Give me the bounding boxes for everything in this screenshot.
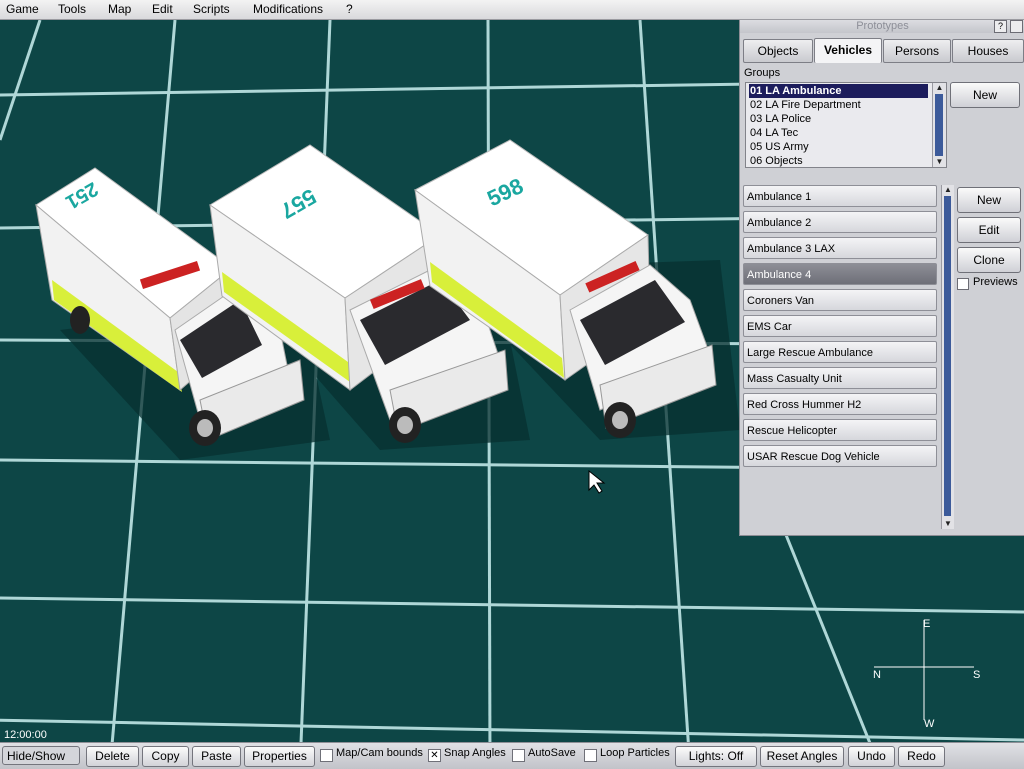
reset-angles-button[interactable]: Reset Angles [760, 746, 844, 767]
autosave-label: AutoSave [528, 747, 576, 759]
menu-modifications[interactable]: Modifications [253, 2, 323, 16]
snap-angles-label: Snap Angles [444, 747, 506, 759]
clone-prototype-button[interactable]: Clone [957, 247, 1021, 273]
paste-button[interactable]: Paste [192, 746, 241, 767]
snap-angles-checkbox[interactable]: ✕ [428, 749, 441, 762]
compass-cross-icon [874, 620, 974, 720]
delete-button[interactable]: Delete [86, 746, 139, 767]
loop-particles-checkbox[interactable] [584, 749, 597, 762]
menu-bar: Game Tools Map Edit Scripts Modification… [0, 0, 1024, 20]
prototype-item[interactable]: Ambulance 1 [743, 185, 937, 207]
group-item[interactable]: 02 LA Fire Department [749, 98, 930, 112]
compass-east-label: E [923, 618, 931, 630]
prototype-item-selected[interactable]: Ambulance 4 [743, 263, 937, 285]
previews-checkbox[interactable] [957, 278, 969, 290]
group-item[interactable]: 03 LA Police [749, 112, 930, 126]
map-cam-bounds-checkbox[interactable] [320, 749, 333, 762]
autosave-checkbox[interactable] [512, 749, 525, 762]
lights-toggle-button[interactable]: Lights: Off [675, 746, 757, 767]
group-item[interactable]: 05 US Army [749, 140, 930, 154]
loop-particles-label: Loop Particles [600, 747, 670, 759]
scroll-up-arrow-icon[interactable]: ▲ [933, 83, 946, 93]
menu-edit[interactable]: Edit [152, 2, 173, 16]
prototype-item[interactable]: Ambulance 3 LAX [743, 237, 937, 259]
new-group-button[interactable]: New [950, 82, 1020, 108]
prototype-list: Ambulance 1 Ambulance 2 Ambulance 3 LAX … [743, 185, 940, 475]
prototypes-panel: Prototypes ? Objects Vehicles Persons Ho… [739, 19, 1024, 536]
prototype-item[interactable]: Large Rescue Ambulance [743, 341, 937, 363]
hide-show-button[interactable]: Hide/Show [2, 746, 80, 765]
scroll-down-arrow-icon[interactable]: ▼ [942, 519, 954, 529]
groups-label: Groups [744, 67, 781, 79]
redo-button[interactable]: Redo [898, 746, 945, 767]
prototype-item[interactable]: Ambulance 2 [743, 211, 937, 233]
prototype-list-scrollbar[interactable]: ▲ ▼ [941, 185, 954, 529]
groups-list[interactable]: 01 LA Ambulance 02 LA Fire Department 03… [745, 82, 947, 168]
scroll-down-arrow-icon[interactable]: ▼ [933, 157, 946, 167]
scroll-up-arrow-icon[interactable]: ▲ [942, 185, 954, 195]
scroll-thumb[interactable] [935, 94, 943, 156]
prototype-item[interactable]: USAR Rescue Dog Vehicle [743, 445, 937, 467]
tab-houses[interactable]: Houses [952, 39, 1024, 63]
menu-game[interactable]: Game [6, 2, 39, 16]
new-prototype-button[interactable]: New [957, 187, 1021, 213]
help-button[interactable]: ? [994, 20, 1007, 33]
scroll-thumb[interactable] [944, 196, 951, 516]
prototype-item[interactable]: Mass Casualty Unit [743, 367, 937, 389]
previews-label: Previews [973, 276, 1018, 288]
copy-button[interactable]: Copy [142, 746, 189, 767]
tab-objects[interactable]: Objects [743, 39, 813, 63]
properties-button[interactable]: Properties [244, 746, 315, 767]
map-cam-bounds-label: Map/Cam bounds [336, 747, 423, 759]
group-item[interactable]: 04 LA Tec [749, 126, 930, 140]
menu-scripts[interactable]: Scripts [193, 2, 230, 16]
prototypes-panel-title: Prototypes [740, 19, 1024, 33]
game-clock: 12:00:00 [4, 729, 47, 741]
groups-scrollbar[interactable]: ▲ ▼ [932, 83, 946, 167]
bottom-toolbar: Hide/Show Delete Copy Paste Properties M… [0, 742, 1024, 769]
prototype-item[interactable]: EMS Car [743, 315, 937, 337]
compass: E N S W [870, 615, 985, 735]
prototype-item[interactable]: Rescue Helicopter [743, 419, 937, 441]
undo-button[interactable]: Undo [848, 746, 895, 767]
menu-map[interactable]: Map [108, 2, 131, 16]
compass-west-label: W [924, 718, 935, 730]
menu-help[interactable]: ? [346, 2, 353, 16]
compass-south-label: S [973, 669, 981, 681]
menu-tools[interactable]: Tools [58, 2, 86, 16]
compass-north-label: N [873, 669, 881, 681]
prototype-item[interactable]: Red Cross Hummer H2 [743, 393, 937, 415]
window-toggle-button[interactable] [1010, 20, 1023, 33]
group-item[interactable]: 01 LA Ambulance [749, 84, 928, 98]
tab-vehicles[interactable]: Vehicles [814, 38, 882, 63]
group-item[interactable]: 06 Objects [749, 154, 930, 167]
tab-persons[interactable]: Persons [883, 39, 951, 63]
prototype-item[interactable]: Coroners Van [743, 289, 937, 311]
edit-prototype-button[interactable]: Edit [957, 217, 1021, 243]
